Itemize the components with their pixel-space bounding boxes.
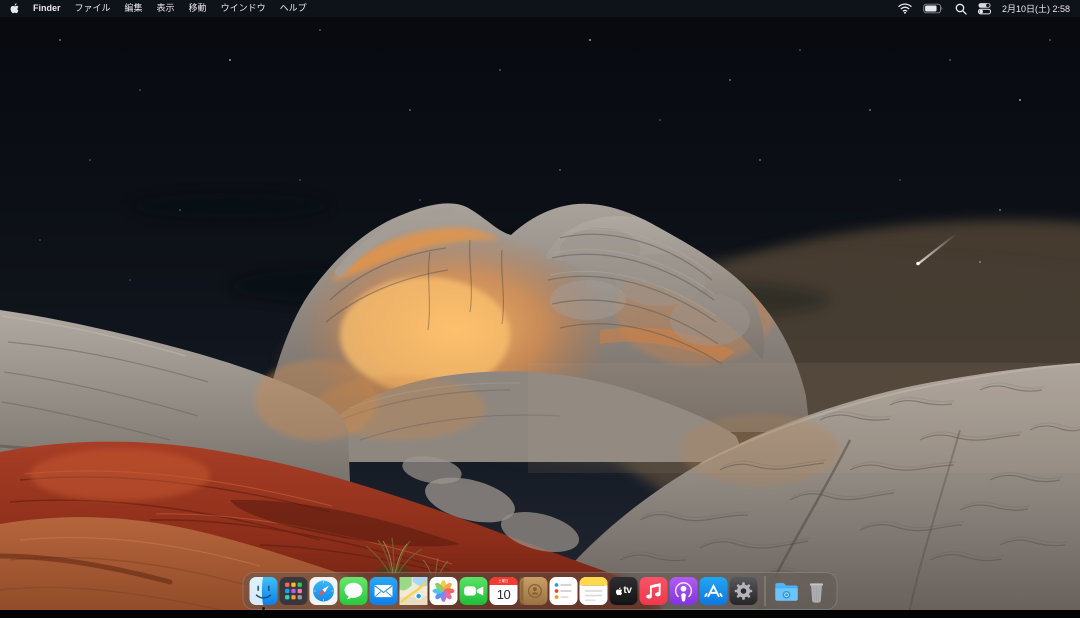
battery-icon[interactable]: [923, 3, 944, 14]
dock-icon-notes[interactable]: [580, 577, 608, 605]
safari-icon: [310, 577, 338, 605]
dock-icon-safari[interactable]: [310, 577, 338, 605]
desktop-wallpaper: [0, 0, 1080, 618]
dock-icon-trash[interactable]: [803, 577, 831, 605]
menu-app-name[interactable]: Finder: [33, 0, 61, 17]
dock-icon-music[interactable]: [640, 577, 668, 605]
menu-bar: Finder ファイル 編集 表示 移動 ウインドウ ヘルプ: [0, 0, 1080, 17]
dock-icon-system-settings[interactable]: [730, 577, 758, 605]
dock-icon-reminders[interactable]: [550, 577, 578, 605]
trash-icon: [803, 577, 831, 605]
app-store-icon: [700, 577, 728, 605]
control-center-icon[interactable]: [978, 2, 991, 15]
music-icon: [640, 577, 668, 605]
maps-icon: [400, 577, 428, 605]
menu-help[interactable]: ヘルプ: [280, 0, 307, 17]
dock-icon-finder[interactable]: [250, 577, 278, 605]
dock-icon-photos[interactable]: [430, 577, 458, 605]
dock: 土曜日 10: [243, 572, 838, 610]
dock-separator: [765, 576, 766, 606]
messages-icon: [340, 577, 368, 605]
calendar-day-number: 10: [490, 585, 518, 605]
facetime-icon: [460, 577, 488, 605]
dock-icon-app-store[interactable]: [700, 577, 728, 605]
dock-icon-mail[interactable]: [370, 577, 398, 605]
calendar-weekday-label: 土曜日: [490, 577, 518, 585]
launchpad-icon: [280, 577, 308, 605]
podcasts-icon: [670, 577, 698, 605]
dock-icon-messages[interactable]: [340, 577, 368, 605]
desktop: Finder ファイル 編集 表示 移動 ウインドウ ヘルプ: [0, 0, 1080, 618]
contacts-icon: [520, 577, 548, 605]
menu-view[interactable]: 表示: [157, 0, 175, 17]
photos-icon: [430, 577, 458, 605]
tv-label: tv: [623, 586, 631, 596]
dock-icon-maps[interactable]: [400, 577, 428, 605]
dock-icon-calendar[interactable]: 土曜日 10: [490, 577, 518, 605]
apple-menu-icon[interactable]: [10, 3, 19, 14]
dock-icon-podcasts[interactable]: [670, 577, 698, 605]
menu-file[interactable]: ファイル: [75, 0, 111, 17]
dock-icon-tv[interactable]: tv: [610, 577, 638, 605]
dock-icon-downloads-folder[interactable]: [773, 577, 801, 605]
letterbox-bar: [0, 610, 1080, 618]
dock-icon-launchpad[interactable]: [280, 577, 308, 605]
wifi-icon[interactable]: [898, 3, 912, 14]
notes-icon: [580, 577, 608, 605]
dock-icon-contacts[interactable]: [520, 577, 548, 605]
folder-icon: [773, 577, 801, 605]
spotlight-search-icon[interactable]: [955, 3, 967, 15]
finder-icon: [250, 577, 278, 605]
menu-go[interactable]: 移動: [189, 0, 207, 17]
menu-edit[interactable]: 編集: [125, 0, 143, 17]
apple-tv-logo-icon: [615, 587, 622, 596]
dock-icon-facetime[interactable]: [460, 577, 488, 605]
menu-window[interactable]: ウインドウ: [221, 0, 266, 17]
reminders-icon: [550, 577, 578, 605]
gear-icon: [730, 577, 758, 605]
mail-icon: [370, 577, 398, 605]
menu-clock[interactable]: 2月10日(土) 2:58: [1002, 2, 1070, 15]
